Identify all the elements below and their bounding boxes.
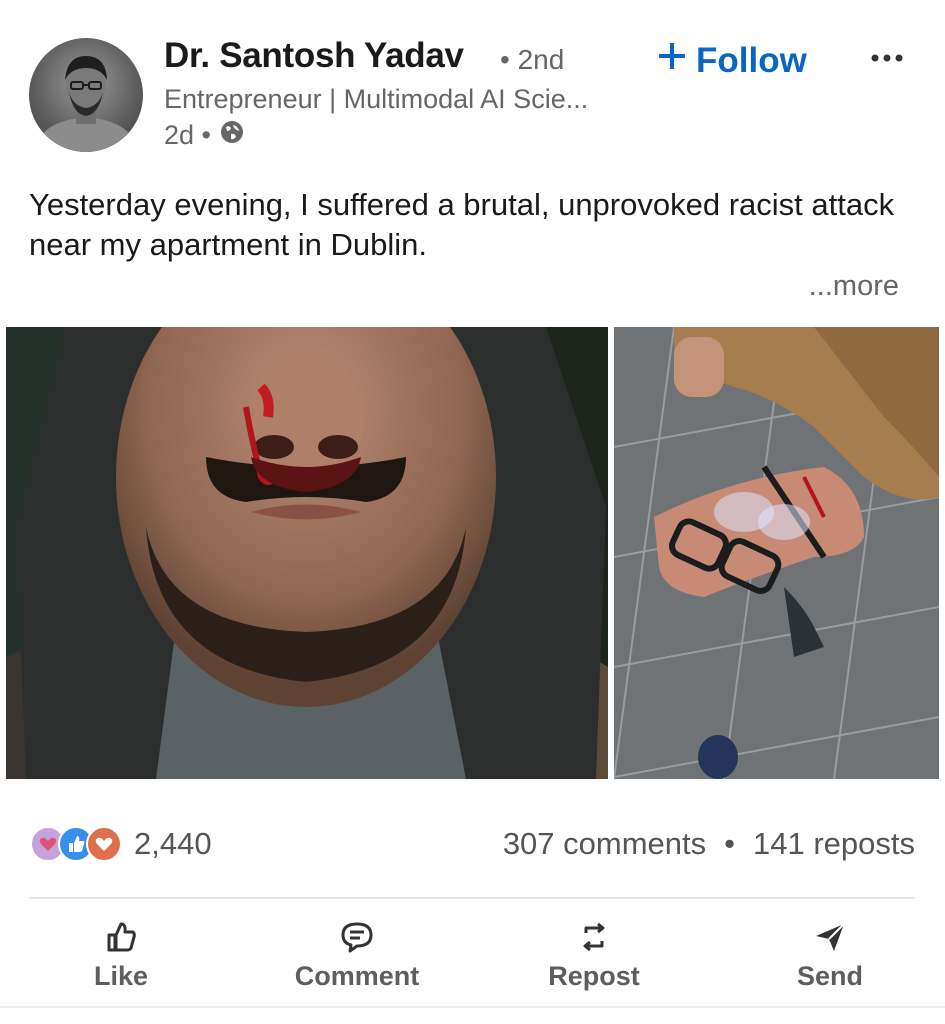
injured-face-photo[interactable] — [6, 327, 608, 779]
comment-label: Comment — [294, 961, 420, 991]
repost-button[interactable]: Repost — [494, 910, 694, 1005]
bottom-divider — [0, 1006, 945, 1008]
broken-glasses-illustration — [614, 327, 939, 779]
author-name[interactable]: Dr. Santosh Yadav — [164, 36, 464, 76]
action-bar: Like Comment Repost Send — [0, 910, 945, 1005]
like-button[interactable]: Like — [21, 910, 221, 1005]
comment-icon — [337, 917, 377, 957]
repost-icon — [574, 917, 614, 957]
post-text: Yesterday evening, I suffered a brutal, … — [29, 187, 895, 262]
comments-count[interactable]: 307 comments — [503, 826, 706, 862]
divider — [29, 897, 915, 899]
reactions-summary[interactable]: 2,440 — [30, 826, 212, 862]
see-more-link[interactable]: ...more — [809, 270, 899, 303]
broken-glasses-photo[interactable] — [614, 327, 939, 779]
like-label: Like — [93, 961, 149, 991]
repost-label: Repost — [548, 961, 640, 991]
author-headline: Entrepreneur | Multimodal AI Scie... — [164, 84, 589, 114]
thumbs-up-icon — [101, 917, 141, 957]
plus-icon — [656, 40, 688, 81]
globe-icon — [219, 119, 245, 152]
send-icon — [810, 917, 850, 957]
avatar-portrait — [38, 56, 134, 152]
post-stats: 307 comments • 141 reposts — [503, 826, 915, 862]
heart-icon — [86, 826, 122, 862]
post-meta: 2d • — [164, 119, 245, 152]
reposts-count[interactable]: 141 reposts — [753, 826, 915, 862]
reaction-count: 2,440 — [134, 826, 212, 861]
connection-degree: • 2nd — [500, 44, 565, 75]
injured-face-illustration — [6, 327, 608, 779]
follow-label: Follow — [696, 40, 807, 80]
author-avatar[interactable] — [29, 38, 143, 152]
send-label: Send — [796, 961, 863, 991]
follow-button[interactable]: Follow — [656, 40, 807, 81]
send-button[interactable]: Send — [730, 910, 930, 1005]
comment-button[interactable]: Comment — [257, 910, 457, 1005]
post-time: 2d • — [164, 120, 211, 150]
ellipsis-icon[interactable] — [869, 48, 905, 68]
stats-separator: • — [724, 826, 735, 861]
